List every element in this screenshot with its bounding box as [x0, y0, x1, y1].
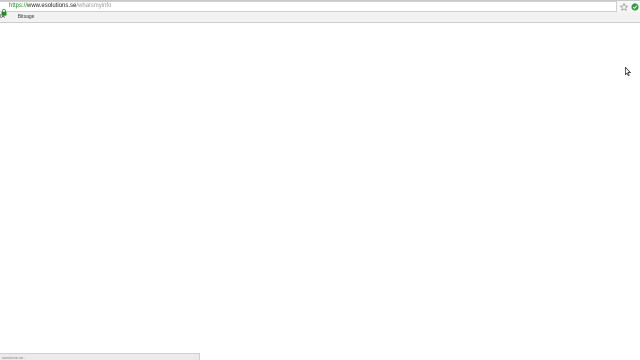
address-bar[interactable]: https:// www.esolutions.se /whatsmyinfo [0, 1, 617, 16]
lock-icon [1, 3, 7, 16]
bookmarks-bar: IA Bitsage [0, 12, 640, 28]
bookmark-label: Bitsage [17, 14, 35, 20]
url-path: /whatsmyinfo [76, 3, 112, 9]
url-host: www.esolutions.se [27, 3, 77, 9]
browser-toolbar: https:// www.esolutions.se /whatsmyinfo [0, 1, 640, 16]
browser-window: https:// www.esolutions.se /whatsmyinfo … [0, 0, 640, 360]
folder-icon [9, 15, 15, 28]
star-icon[interactable] [620, 2, 628, 11]
mouse-cursor-icon [625, 63, 632, 77]
url-scheme: https:// [9, 3, 28, 9]
page-content [0, 23, 640, 360]
extension-icon[interactable] [631, 2, 639, 11]
status-bubble: solutions.se... [0, 353, 200, 360]
bookmark-item-bitsage[interactable]: Bitsage [9, 12, 35, 28]
status-text: solutions.se... [2, 354, 27, 360]
